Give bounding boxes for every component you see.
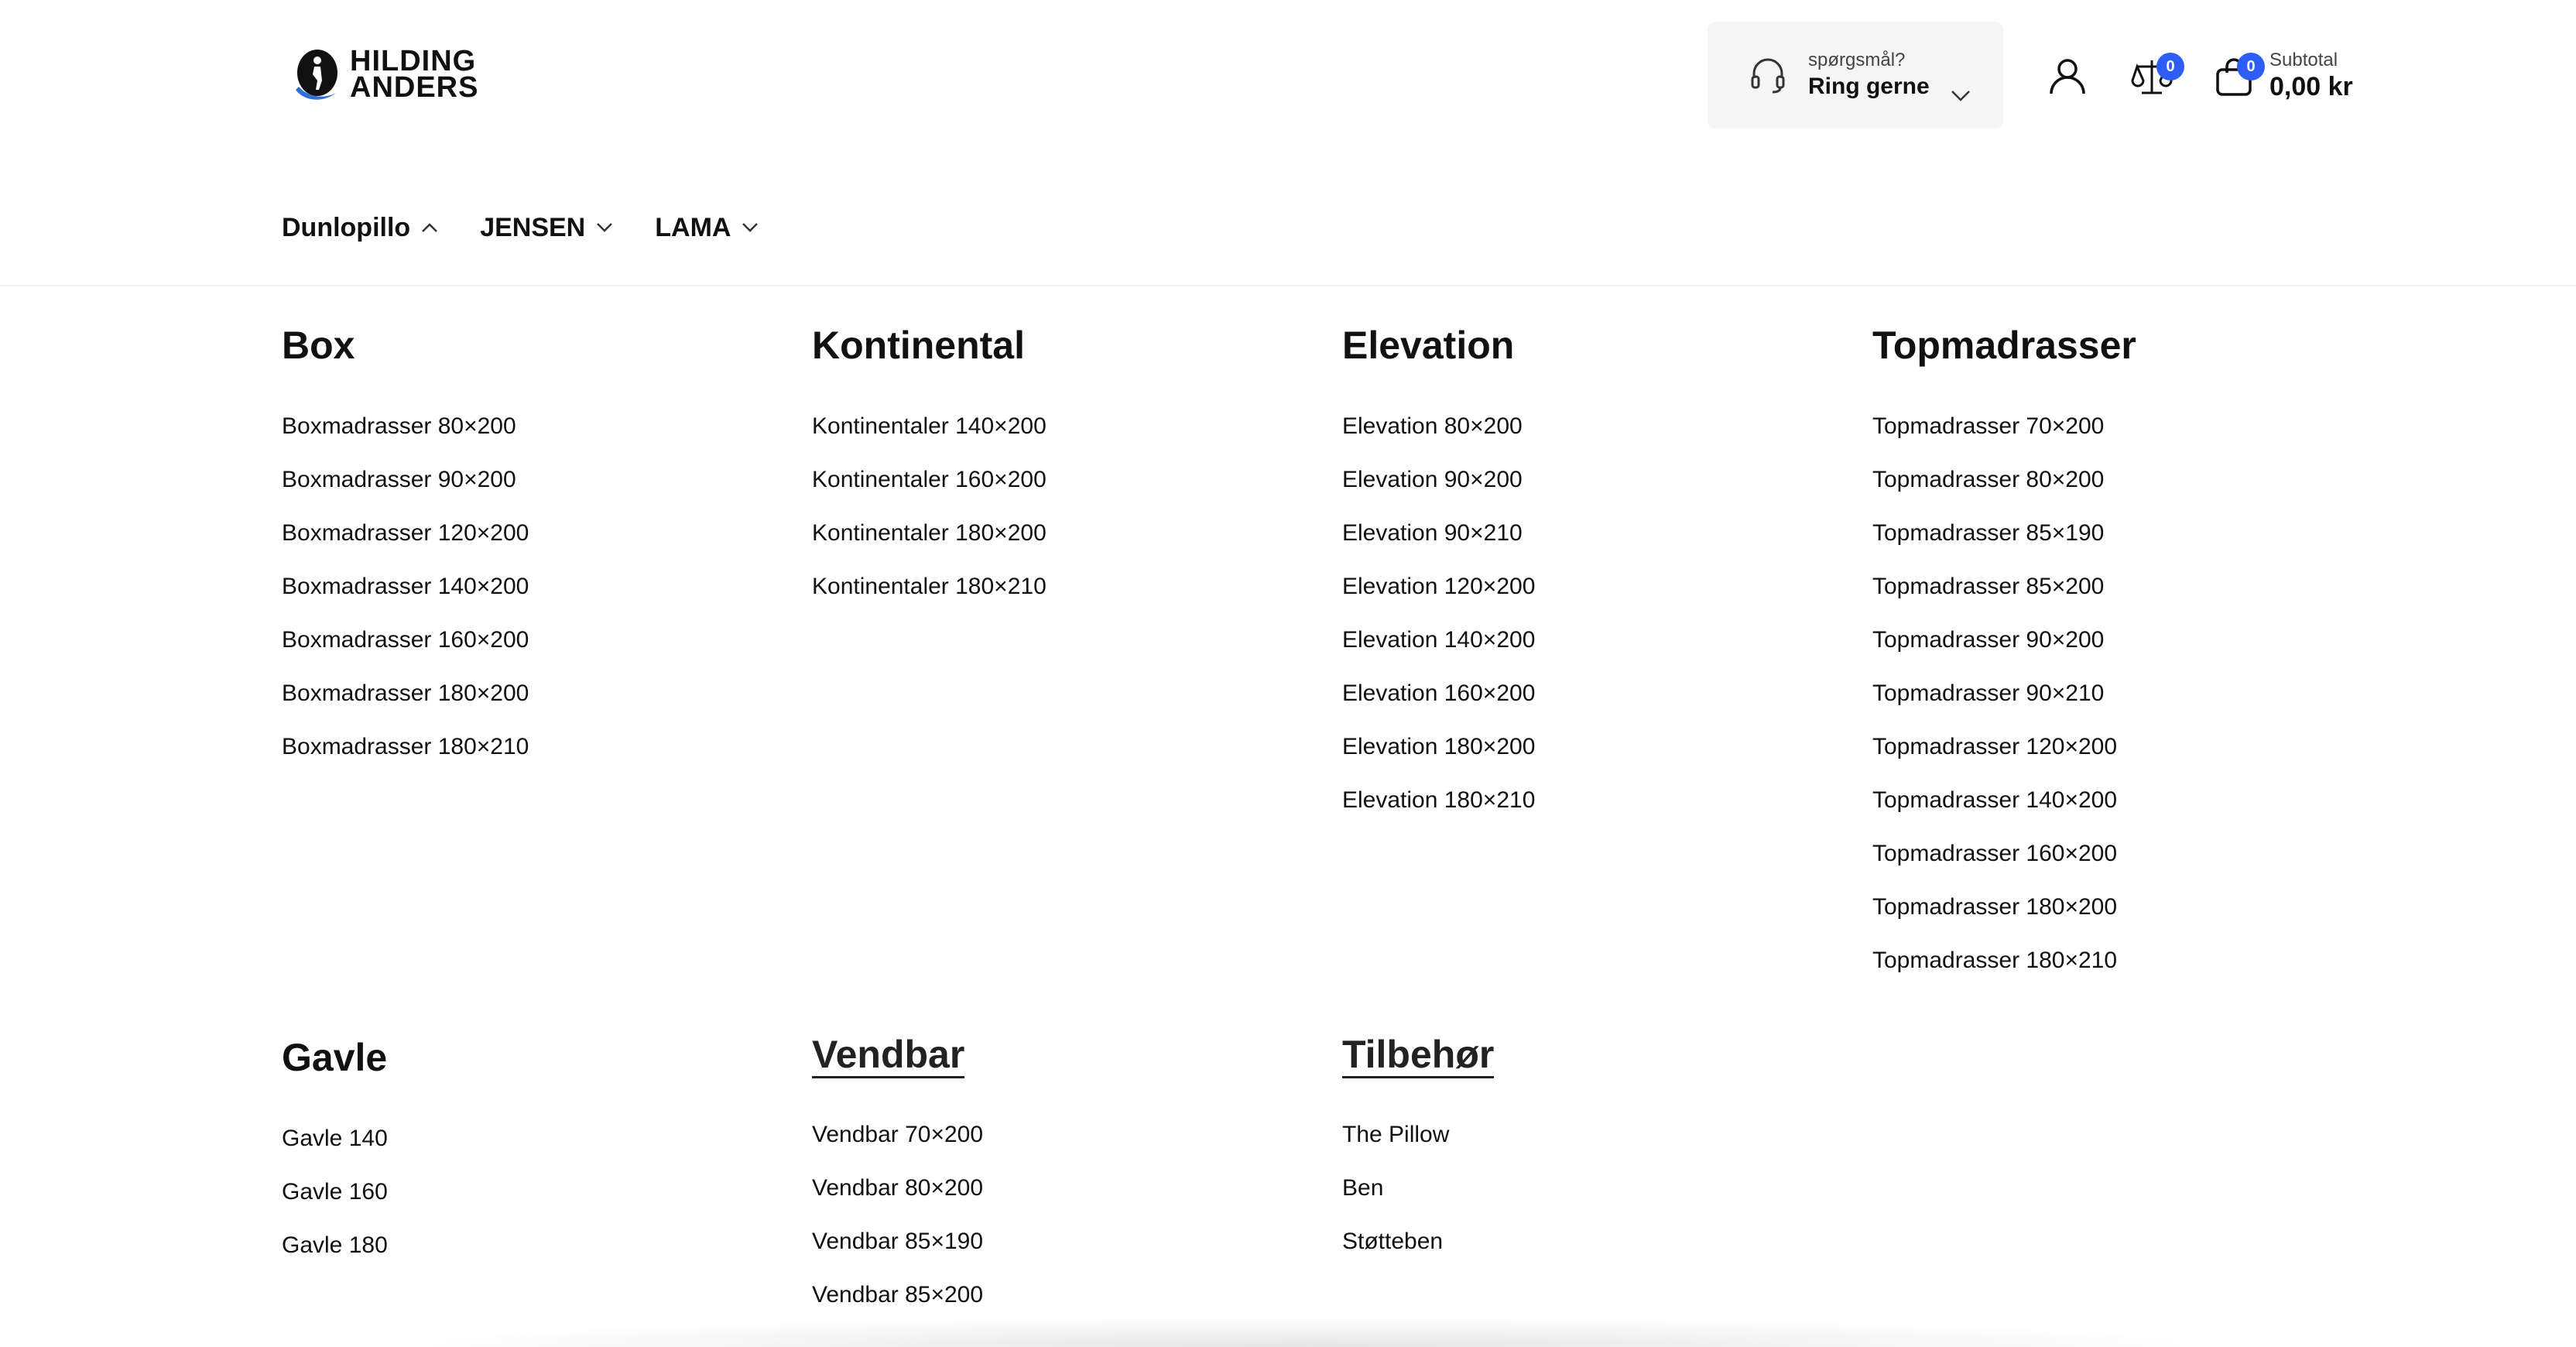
headset-icon	[1748, 55, 1788, 95]
menu-column-list: Kontinentaler 140×200 Kontinentaler 160×2…	[812, 399, 1307, 613]
menu-link[interactable]: Vendbar 80×200	[812, 1161, 1307, 1215]
nav-item-label: Dunlopillo	[282, 213, 411, 242]
menu-link[interactable]: The Pillow	[1342, 1108, 1838, 1161]
menu-link[interactable]: Topmadrasser 85×200	[1872, 560, 2368, 613]
chevron-down-icon	[597, 223, 613, 232]
menu-link[interactable]: Boxmadrasser 80×200	[282, 399, 777, 453]
menu-link[interactable]: Elevation 160×200	[1342, 667, 1838, 720]
menu-link[interactable]: Topmadrasser 85×190	[1872, 506, 2368, 560]
nav-item-jensen[interactable]: JENSEN	[480, 207, 613, 248]
chevron-down-icon	[742, 223, 759, 232]
menu-link[interactable]: Gavle 140	[282, 1112, 777, 1165]
menu-link[interactable]: Kontinentaler 180×210	[812, 560, 1307, 613]
nav-item-label: LAMA	[655, 213, 731, 242]
menu-column-list: Boxmadrasser 80×200 Boxmadrasser 90×200 Bo…	[282, 399, 777, 773]
menu-column-heading[interactable]: Elevation	[1342, 320, 1514, 370]
account-button[interactable]	[2045, 54, 2090, 99]
menu-column-kontinental: Kontinental Kontinentaler 140×200 Kontine…	[812, 320, 1307, 613]
cart-subtotal[interactable]: Subtotal 0,00 kr	[2269, 50, 2353, 102]
menu-link[interactable]: Topmadrasser 90×200	[1872, 613, 2368, 667]
nav-item-label: JENSEN	[480, 213, 586, 242]
menu-link[interactable]: Boxmadrasser 160×200	[282, 613, 777, 667]
menu-link[interactable]: Elevation 90×210	[1342, 506, 1838, 560]
menu-column-list: Topmadrasser 70×200 Topmadrasser 80×200 To…	[1872, 399, 2368, 987]
menu-link[interactable]: Elevation 80×200	[1342, 399, 1838, 453]
menu-link[interactable]: Boxmadrasser 180×200	[282, 667, 777, 720]
menu-link[interactable]: Elevation 120×200	[1342, 560, 1838, 613]
user-icon	[2050, 59, 2085, 94]
site-header: HILDING ANDERS spørgsmål? Ring gerne 0 0…	[0, 0, 2576, 155]
cart-count-badge: 0	[2237, 53, 2265, 81]
logo-line-2: ANDERS	[350, 71, 479, 104]
menu-link[interactable]: Topmadrasser 180×210	[1872, 934, 2368, 987]
menu-link[interactable]: Gavle 160	[282, 1165, 777, 1218]
logo-line-1: HILDING	[350, 45, 477, 77]
menu-link[interactable]: Topmadrasser 140×200	[1872, 773, 2368, 827]
menu-column-heading[interactable]: Box	[282, 320, 355, 370]
menu-link[interactable]: Boxmadrasser 120×200	[282, 506, 777, 560]
subtotal-label: Subtotal	[2269, 50, 2338, 70]
chevron-up-icon	[422, 223, 438, 232]
site-logo[interactable]: HILDING ANDERS	[291, 45, 478, 104]
menu-column-heading[interactable]: Tilbehør	[1342, 1033, 1495, 1078]
chevron-down-icon	[1951, 91, 1970, 101]
menu-link[interactable]: Boxmadrasser 180×210	[282, 720, 777, 773]
menu-column-heading[interactable]: Gavle	[282, 1033, 387, 1082]
menu-link[interactable]: Topmadrasser 160×200	[1872, 827, 2368, 880]
support-contact-box[interactable]: spørgsmål? Ring gerne	[1708, 22, 2003, 129]
support-question-label: spørgsmål?	[1808, 50, 1906, 70]
menu-link[interactable]: Elevation 140×200	[1342, 613, 1838, 667]
menu-column-list: Elevation 80×200 Elevation 90×200 Elevatio…	[1342, 399, 1838, 827]
menu-link[interactable]: Ben	[1342, 1161, 1838, 1215]
menu-link[interactable]: Elevation 90×200	[1342, 453, 1838, 506]
menu-column-box: Box Boxmadrasser 80×200 Boxmadrasser 90×2…	[282, 320, 777, 773]
hilding-anders-logo-icon	[291, 45, 341, 104]
menu-bottom-shadow	[372, 1316, 2245, 1347]
menu-column-heading[interactable]: Kontinental	[812, 320, 1025, 370]
menu-column-list: Vendbar 70×200 Vendbar 80×200 Vendbar 85×1…	[812, 1108, 1307, 1321]
logo-text: HILDING ANDERS	[350, 45, 479, 104]
menu-column-list: Gavle 140 Gavle 160 Gavle 180	[282, 1112, 777, 1272]
compare-count-badge: 0	[2156, 53, 2184, 81]
menu-column-vendbar: Vendbar Vendbar 70×200 Vendbar 80×200 Vend…	[812, 1033, 1307, 1321]
menu-link[interactable]: Topmadrasser 80×200	[1872, 453, 2368, 506]
main-navigation: Dunlopillo JENSEN LAMA	[282, 207, 800, 248]
nav-item-lama[interactable]: LAMA	[655, 207, 759, 248]
menu-link[interactable]: Topmadrasser 70×200	[1872, 399, 2368, 453]
menu-link[interactable]: Vendbar 85×190	[812, 1215, 1307, 1268]
menu-column-topmadrasser: Topmadrasser Topmadrasser 70×200 Topmadra…	[1872, 320, 2368, 987]
menu-column-gavle: Gavle Gavle 140 Gavle 160 Gavle 180	[282, 1033, 777, 1272]
menu-link[interactable]: Boxmadrasser 90×200	[282, 453, 777, 506]
menu-link[interactable]: Kontinentaler 180×200	[812, 506, 1307, 560]
menu-link[interactable]: Gavle 180	[282, 1218, 777, 1272]
subtotal-value: 0,00 kr	[2269, 72, 2353, 101]
menu-link[interactable]: Topmadrasser 180×200	[1872, 880, 2368, 934]
support-call-label: Ring gerne	[1808, 74, 1930, 99]
menu-link[interactable]: Vendbar 85×200	[812, 1268, 1307, 1321]
menu-column-list: The Pillow Ben Støtteben	[1342, 1108, 1838, 1268]
menu-divider	[0, 285, 2576, 286]
menu-link[interactable]: Kontinentaler 160×200	[812, 453, 1307, 506]
menu-column-tilbehor: Tilbehør The Pillow Ben Støtteben	[1342, 1033, 1838, 1268]
menu-link[interactable]: Elevation 180×200	[1342, 720, 1838, 773]
menu-column-heading[interactable]: Topmadrasser	[1872, 320, 2136, 370]
menu-link[interactable]: Kontinentaler 140×200	[812, 399, 1307, 453]
menu-link[interactable]: Elevation 180×210	[1342, 773, 1838, 827]
menu-column-elevation: Elevation Elevation 80×200 Elevation 90×2…	[1342, 320, 1838, 827]
menu-link[interactable]: Boxmadrasser 140×200	[282, 560, 777, 613]
menu-link[interactable]: Støtteben	[1342, 1215, 1838, 1268]
menu-link[interactable]: Topmadrasser 120×200	[1872, 720, 2368, 773]
menu-link[interactable]: Topmadrasser 90×210	[1872, 667, 2368, 720]
menu-link[interactable]: Vendbar 70×200	[812, 1108, 1307, 1161]
menu-column-heading[interactable]: Vendbar	[812, 1033, 965, 1078]
nav-item-dunlopillo[interactable]: Dunlopillo	[282, 207, 438, 248]
